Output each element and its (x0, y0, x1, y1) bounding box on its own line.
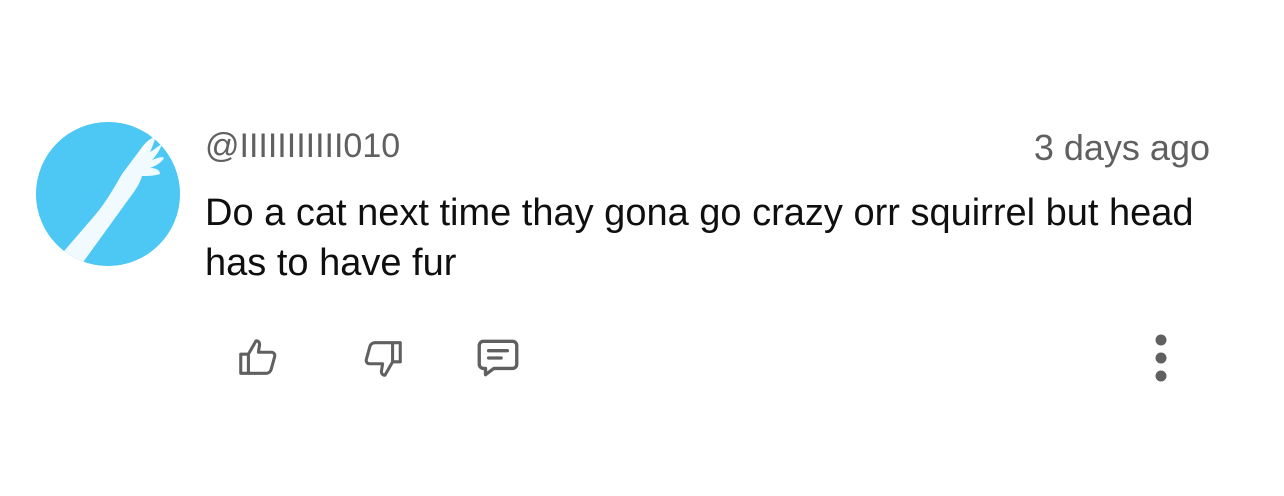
comment-actions (0, 330, 1284, 390)
dislike-button[interactable] (355, 330, 411, 386)
reply-comment-icon (477, 339, 519, 377)
thumbs-down-icon (364, 341, 402, 377)
thumbs-up-icon (239, 339, 277, 375)
more-options-button[interactable] (1133, 330, 1189, 386)
comment-timestamp: 3 days ago (1033, 127, 1210, 168)
reply-button[interactable] (470, 330, 526, 386)
author-handle[interactable]: @IIIIIIIIIII010 (205, 126, 400, 166)
more-vertical-icon (1155, 334, 1167, 382)
hand-silhouette-icon (36, 122, 180, 266)
avatar[interactable] (36, 122, 180, 266)
comment-item: @IIIIIIIIIII010 3 days ago Do a cat next… (0, 0, 1284, 496)
like-button[interactable] (230, 330, 286, 386)
comment-text: Do a cat next time thay gona go crazy or… (205, 192, 1194, 284)
